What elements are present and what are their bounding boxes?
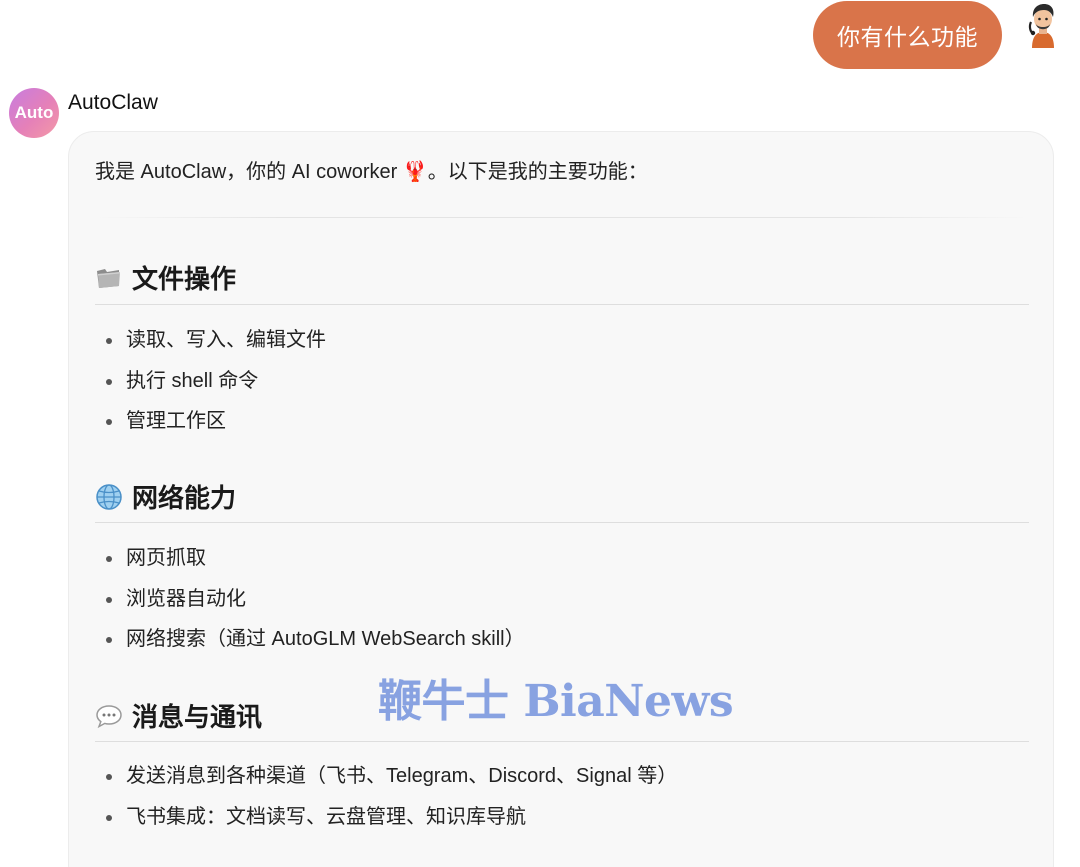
assistant-intro-text: 我是 AutoClaw，你的 AI coworker 🦞。以下是我的主要功能： (95, 161, 648, 183)
list-item: 执行 shell 命令 (103, 361, 326, 402)
bullet-list-messaging: 发送消息到各种渠道（飞书、Telegram、Discord、Signal 等） … (103, 756, 677, 837)
folder-icon (95, 264, 123, 292)
section-heading-messaging: 消息与通讯 (95, 697, 262, 734)
user-message-text: 你有什么功能 (837, 24, 978, 50)
list-item: 飞书集成：文档读写、云盘管理、知识库导航 (103, 797, 677, 838)
section-divider (95, 741, 1029, 742)
bullet-list-file-operations: 读取、写入、编辑文件 执行 shell 命令 管理工作区 (103, 320, 326, 442)
section-title: 消息与通讯 (132, 702, 263, 732)
divider (95, 217, 1029, 218)
speech-bubble-icon (95, 702, 123, 730)
list-item: 网页抓取 (103, 538, 525, 579)
list-item: 浏览器自动化 (103, 579, 525, 620)
list-item: 读取、写入、编辑文件 (103, 320, 326, 361)
watermark: 鞭牛士 BiaNews (378, 676, 734, 727)
globe-icon (95, 483, 123, 511)
assistant-avatar-label: Auto (14, 103, 54, 122)
assistant-name: AutoClaw (68, 91, 158, 114)
section-divider (95, 304, 1029, 305)
section-title: 网络能力 (132, 483, 237, 513)
chat-view: 你有什么功能 Auto AutoClaw 我是 AutoClaw，你的 AI c… (0, 0, 1080, 867)
list-item: 网络搜索（通过 AutoGLM WebSearch skill） (103, 619, 525, 660)
user-avatar[interactable] (1020, 2, 1066, 48)
user-message-bubble: 你有什么功能 (813, 1, 1002, 69)
list-item: 发送消息到各种渠道（飞书、Telegram、Discord、Signal 等） (103, 756, 677, 797)
assistant-avatar[interactable]: Auto (9, 88, 59, 138)
section-divider (95, 522, 1029, 523)
section-heading-file-operations: 文件操作 (95, 259, 236, 296)
bullet-list-network: 网页抓取 浏览器自动化 网络搜索（通过 AutoGLM WebSearch sk… (103, 538, 525, 660)
section-heading-network: 网络能力 (95, 478, 236, 515)
section-title: 文件操作 (132, 264, 237, 294)
list-item: 管理工作区 (103, 401, 326, 442)
